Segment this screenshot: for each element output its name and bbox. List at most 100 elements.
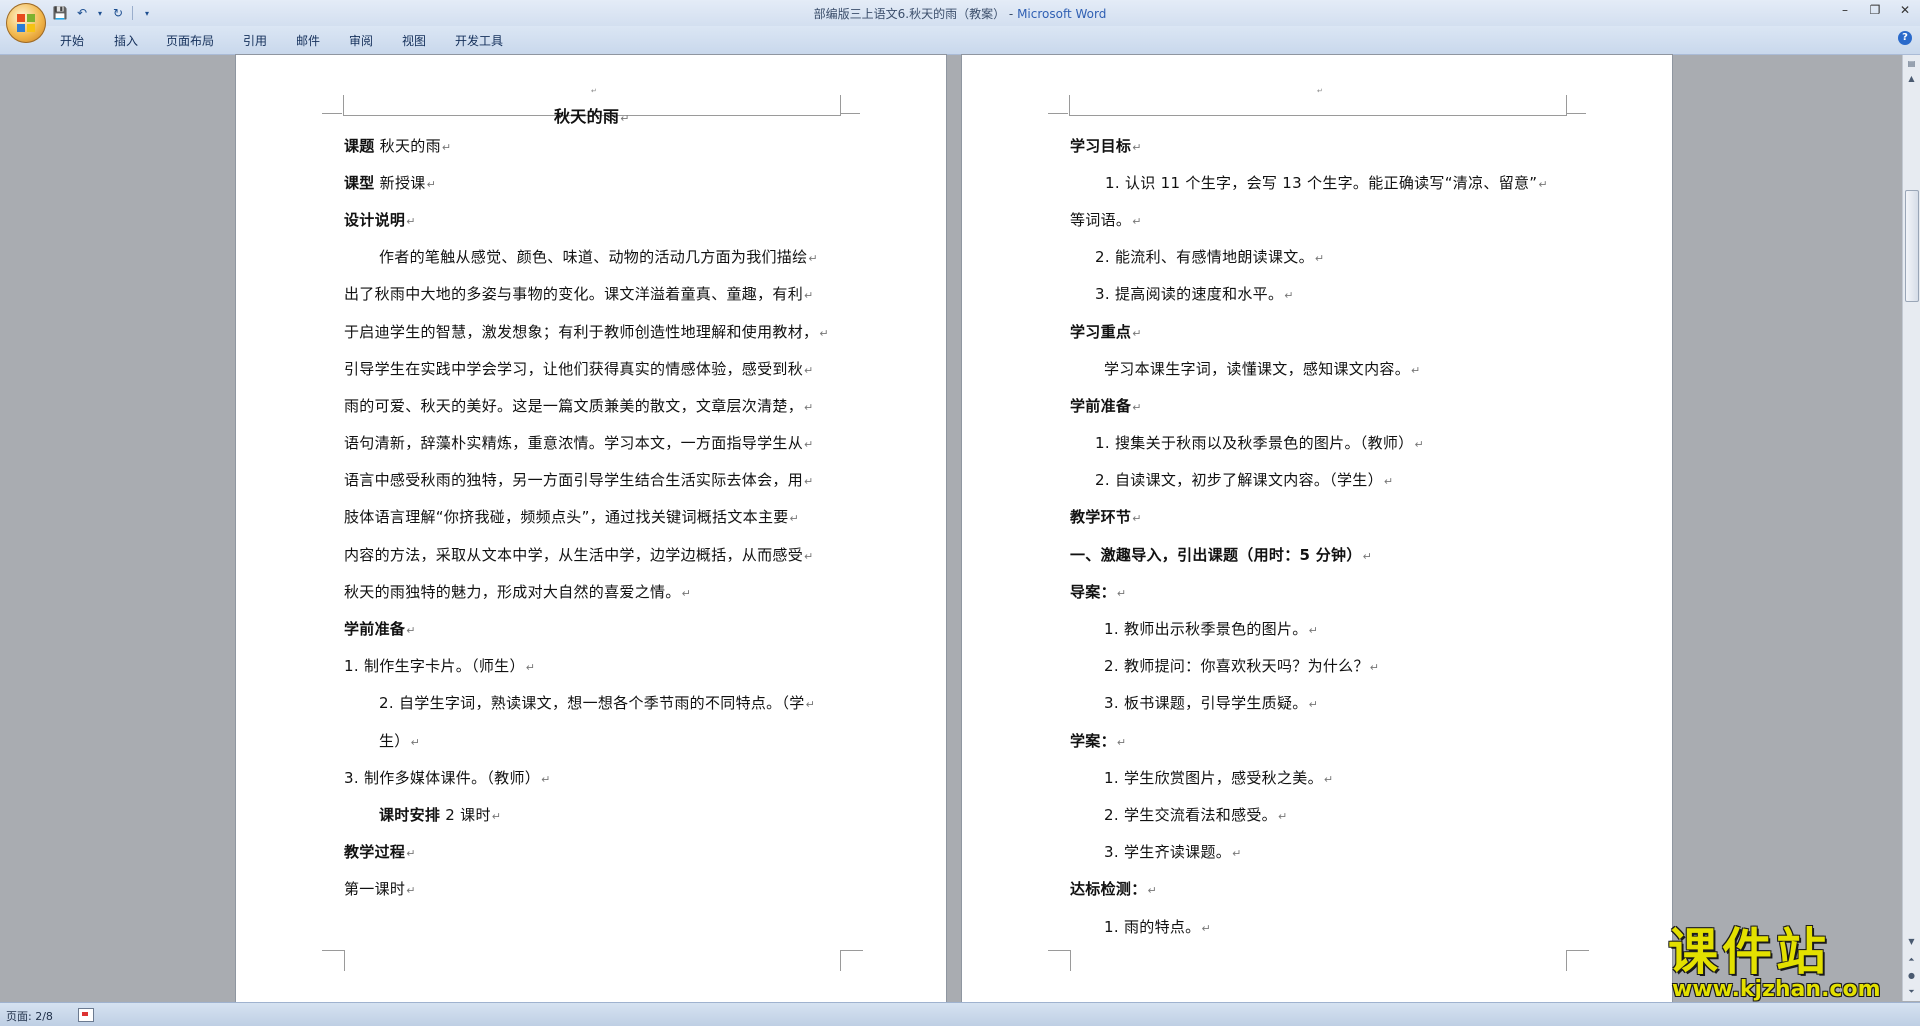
page-right-line: 2. 学生交流看法和感受。↵ bbox=[1104, 804, 1288, 825]
document-page-right[interactable]: ↵ 学习目标↵ 1. 认识 11 个生字，会写 13 个生字。能正确读写“清凉、留… bbox=[962, 55, 1672, 1002]
page-right-line: 1. 雨的特点。↵ bbox=[1104, 916, 1211, 937]
watermark-url: www.kjzhan.com bbox=[1672, 977, 1881, 1002]
help-icon[interactable]: ? bbox=[1898, 31, 1912, 45]
next-page-icon[interactable]: ⏷ bbox=[1905, 985, 1918, 998]
page-right-line: 1. 教师出示秋季景色的图片。↵ bbox=[1104, 618, 1318, 639]
minimize-icon[interactable]: – bbox=[1830, 0, 1860, 20]
office-button[interactable] bbox=[6, 3, 46, 43]
tab-page-layout[interactable]: 页面布局 bbox=[166, 32, 214, 49]
paragraph-mark: ↵ bbox=[1411, 364, 1421, 377]
body-text: 于启迪学生的智慧，激发想象；有利于教师创造性地理解和使用教材， bbox=[344, 323, 819, 341]
document-page-left[interactable]: ↵ 秋天的雨↵ 课题 秋天的雨↵ 课型 新授课↵ 设计说明↵ 作者的笔触从感觉、颜色、味… bbox=[236, 55, 946, 1002]
heading-label: 学前准备 bbox=[344, 620, 406, 638]
crop-mark bbox=[1048, 950, 1071, 971]
paragraph-mark: ↵ bbox=[1538, 178, 1548, 191]
heading-label: 课型 bbox=[344, 174, 375, 192]
paragraph-mark: ↵ bbox=[426, 178, 437, 191]
body-text: 出了秋雨中大地的多姿与事物的变化。课文洋溢着童真、童趣，有利 bbox=[344, 285, 804, 303]
page-left-line: 雨的可爱、秋天的美好。这是一篇文质兼美的散文，文章层次清楚，↵ bbox=[344, 395, 814, 416]
page-right-line: 学习重点↵ bbox=[1070, 321, 1142, 342]
proofing-status-icon[interactable] bbox=[78, 1008, 94, 1022]
body-text: 2. 自读课文，初步了解课文内容。（学生） bbox=[1095, 471, 1383, 489]
page-left-line: 生）↵ bbox=[379, 730, 420, 751]
tab-insert[interactable]: 插入 bbox=[114, 32, 138, 49]
close-icon[interactable]: ✕ bbox=[1890, 0, 1920, 20]
page-indicator[interactable]: 页面: 2/8 bbox=[6, 1008, 53, 1024]
body-text: 3. 学生齐读课题。 bbox=[1104, 843, 1232, 861]
header-paragraph-mark: ↵ bbox=[591, 87, 597, 95]
tab-view[interactable]: 视图 bbox=[402, 32, 426, 49]
page-right-line: 3. 学生齐读课题。↵ bbox=[1104, 841, 1242, 862]
crop-mark bbox=[322, 93, 342, 114]
browse-object-icon[interactable]: ● bbox=[1905, 969, 1918, 982]
scroll-down-icon[interactable]: ▼ bbox=[1905, 935, 1918, 948]
scroll-thumb[interactable] bbox=[1905, 190, 1919, 302]
tab-developer[interactable]: 开发工具 bbox=[455, 32, 503, 49]
tab-references[interactable]: 引用 bbox=[243, 32, 267, 49]
page-left-line: 1. 制作生字卡片。（师生）↵ bbox=[344, 655, 535, 676]
paragraph-mark: ↵ bbox=[1277, 810, 1288, 823]
ruler-toggle-icon[interactable]: ▤ bbox=[1905, 57, 1918, 70]
body-text: 1. 制作生字卡片。（师生） bbox=[344, 657, 525, 675]
previous-page-icon[interactable]: ⏶ bbox=[1905, 953, 1918, 966]
page-left-line: 肢体语言理解“你挤我碰，频频点头”，通过找关键词概括文本主要↵ bbox=[344, 506, 799, 527]
paragraph-mark: ↵ bbox=[441, 141, 452, 154]
body-text: 2 课时 bbox=[440, 806, 491, 824]
scroll-up-icon[interactable]: ▲ bbox=[1905, 72, 1918, 85]
paragraph-mark: ↵ bbox=[1132, 327, 1142, 340]
page-right-line: 一、激趣导入，引出课题（用时：5 分钟）↵ bbox=[1070, 544, 1372, 565]
body-text: 等词语。 bbox=[1070, 211, 1132, 229]
page-left-line: 作者的笔触从感觉、颜色、味道、动物的活动几方面为我们描绘↵ bbox=[379, 246, 818, 267]
vertical-scrollbar[interactable]: ▤ ▲ ▼ ⏶ ● ⏷ bbox=[1902, 55, 1920, 1001]
crop-mark bbox=[840, 950, 863, 971]
paragraph-mark: ↵ bbox=[525, 661, 536, 674]
paragraph-mark: ↵ bbox=[1132, 401, 1142, 414]
paragraph-mark: ↵ bbox=[681, 587, 692, 600]
paragraph-mark: ↵ bbox=[541, 773, 551, 786]
page-left-line: 课型 新授课↵ bbox=[344, 172, 436, 193]
app-name: Microsoft Word bbox=[1017, 7, 1107, 21]
title-bar: 💾 ↶ ▾ ↻ ▾ 部编版三上语文6.秋天的雨（教案） - Microsoft … bbox=[0, 0, 1920, 26]
page-right-line: 2. 自读课文，初步了解课文内容。（学生）↵ bbox=[1095, 469, 1393, 490]
paragraph-mark: ↵ bbox=[410, 736, 421, 749]
body-text: 2. 能流利、有感情地朗读课文。 bbox=[1095, 248, 1314, 266]
body-text: 2. 自学生字词，熟读课文，想一想各个季节雨的不同特点。（学 bbox=[379, 694, 805, 712]
body-text: 学习本课生字词，读懂课文，感知课文内容。 bbox=[1104, 360, 1411, 378]
page-right-line: 1. 搜集关于秋雨以及秋季景色的图片。（教师）↵ bbox=[1095, 432, 1424, 453]
page-right-line: 等词语。↵ bbox=[1070, 209, 1142, 230]
status-bar: 页面: 2/8 bbox=[0, 1002, 1920, 1026]
tab-review[interactable]: 审阅 bbox=[349, 32, 373, 49]
paragraph-mark: ↵ bbox=[1132, 215, 1142, 228]
ribbon-tabs: 开始 插入 页面布局 引用 邮件 审阅 视图 开发工具 bbox=[0, 26, 1920, 55]
heading-label: 导案： bbox=[1070, 583, 1116, 601]
page-right-line: 学习目标↵ bbox=[1070, 135, 1142, 156]
heading-label: 学案： bbox=[1070, 732, 1116, 750]
paragraph-mark: ↵ bbox=[804, 475, 814, 488]
heading-label: 学前准备 bbox=[1070, 397, 1132, 415]
paragraph-mark: ↵ bbox=[1284, 289, 1294, 302]
tab-mailings[interactable]: 邮件 bbox=[296, 32, 320, 49]
window-title: 部编版三上语文6.秋天的雨（教案） - Microsoft Word bbox=[0, 5, 1920, 22]
page-left-line: 引导学生在实践中学会学习，让他们获得真实的情感体验，感受到秋↵ bbox=[344, 358, 814, 379]
watermark-title: 课件站 bbox=[1668, 923, 1830, 981]
paragraph-mark: ↵ bbox=[406, 847, 416, 860]
paragraph-mark: ↵ bbox=[1132, 512, 1142, 525]
body-text: 引导学生在实践中学会学习，让他们获得真实的情感体验，感受到秋 bbox=[344, 360, 804, 378]
crop-mark bbox=[1566, 950, 1589, 971]
page-left-line: 教学过程↵ bbox=[344, 841, 416, 862]
paragraph-mark: ↵ bbox=[819, 327, 829, 340]
page-right-line: 2. 能流利、有感情地朗读课文。↵ bbox=[1095, 246, 1324, 267]
tab-home[interactable]: 开始 bbox=[60, 32, 84, 49]
paragraph-mark: ↵ bbox=[804, 401, 814, 414]
page-left-line: 语言中感受秋雨的独特，另一方面引导学生结合生活实际去体会，用↵ bbox=[344, 469, 814, 490]
page-left-line: 第一课时↵ bbox=[344, 878, 416, 899]
paragraph-mark: ↵ bbox=[804, 364, 814, 377]
paragraph-mark: ↵ bbox=[1147, 884, 1158, 897]
restore-icon[interactable]: ❐ bbox=[1860, 0, 1890, 20]
paragraph-mark: ↵ bbox=[406, 624, 416, 637]
body-text: 雨的可爱、秋天的美好。这是一篇文质兼美的散文，文章层次清楚， bbox=[344, 397, 804, 415]
page-right-line: 达标检测：↵ bbox=[1070, 878, 1157, 899]
body-text: 语句清新，辞藻朴实精炼，重意浓情。学习本文，一方面指导学生从 bbox=[344, 434, 804, 452]
page-left-line: 内容的方法，采取从文本中学，从生活中学，边学边概括，从而感受↵ bbox=[344, 544, 814, 565]
heading-label: 教学过程 bbox=[344, 843, 406, 861]
